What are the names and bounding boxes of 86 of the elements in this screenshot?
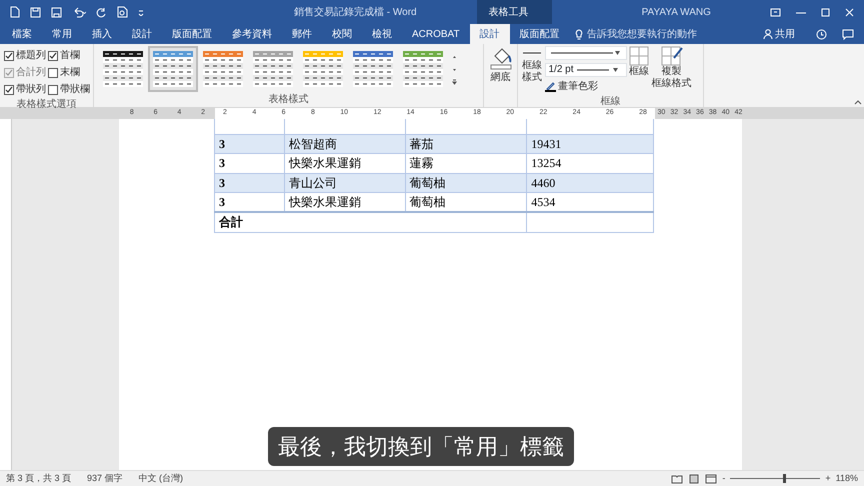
- new-document-icon[interactable]: [10, 6, 20, 18]
- table-cell: 松智超商: [284, 134, 406, 154]
- line-style-icon: [523, 52, 541, 54]
- checkbox-label: 首欄: [60, 48, 80, 63]
- checkbox[interactable]: [4, 84, 14, 94]
- tell-me-field[interactable]: 告訴我您想要執行的動作: [585, 26, 736, 42]
- web-layout-icon[interactable]: [705, 474, 718, 484]
- table-cell: 19431: [526, 134, 654, 154]
- table-cell: 3: [214, 192, 284, 212]
- ribbon-tab[interactable]: 設計: [470, 24, 510, 44]
- table-cell: 13254: [526, 154, 654, 173]
- group-label: 框線: [600, 94, 622, 109]
- history-icon[interactable]: [816, 28, 827, 40]
- context-tab-group-label: 表格工具: [488, 6, 529, 20]
- table-cell: 蓮霧: [405, 154, 527, 173]
- ribbon-tab[interactable]: 常用: [42, 24, 82, 44]
- zoom-out-button[interactable]: -: [722, 472, 726, 486]
- group-label: 表格樣式: [268, 92, 310, 107]
- group-label: 表格樣式選項: [16, 98, 78, 112]
- table-cell: 3: [214, 154, 284, 173]
- line-sample-icon: [576, 68, 610, 72]
- ribbon-tab[interactable]: 校閱: [322, 24, 362, 44]
- ribbon-tab[interactable]: 設計: [122, 24, 162, 44]
- read-mode-icon[interactable]: [671, 474, 684, 484]
- language[interactable]: 中文 (台灣): [138, 472, 184, 486]
- table-cell: 蕃茄: [405, 134, 527, 154]
- ribbon-tab[interactable]: ACROBAT: [402, 24, 470, 44]
- customize-icon[interactable]: [138, 8, 144, 16]
- ribbon-tab[interactable]: 版面配置: [162, 24, 222, 44]
- shading-button[interactable]: 網底: [490, 46, 512, 85]
- table-cell: 快樂水果運銷: [284, 154, 406, 173]
- save-icon[interactable]: [30, 6, 41, 18]
- slider-thumb[interactable]: [782, 474, 786, 483]
- checkbox[interactable]: [4, 50, 14, 60]
- save-as-icon[interactable]: [51, 6, 62, 18]
- checkbox-label: 合計列: [16, 66, 46, 80]
- table-style-thumbnail[interactable]: [148, 46, 198, 92]
- line-weight-dropdown[interactable]: 1/2 pt: [544, 62, 626, 76]
- ribbon-tab[interactable]: 插入: [82, 24, 122, 44]
- line-sample-icon: [548, 50, 614, 56]
- print-layout-icon[interactable]: [688, 474, 700, 484]
- checkbox-label: 帶狀列: [16, 82, 46, 97]
- line-style-dropdown[interactable]: [544, 46, 626, 60]
- zoom-in-button[interactable]: +: [825, 472, 831, 486]
- table-cell: 3: [214, 173, 284, 192]
- redo-icon[interactable]: [96, 6, 107, 18]
- table-cell: 葡萄柚: [405, 173, 527, 192]
- ribbon-tab[interactable]: 郵件: [282, 24, 322, 44]
- window-title: 銷售交易記錄完成檔 - Word: [294, 6, 417, 20]
- share-button[interactable]: 共用: [756, 26, 801, 42]
- checkbox[interactable]: [48, 50, 58, 60]
- print-preview-icon[interactable]: [117, 6, 128, 18]
- table-cell: 青山公司: [284, 173, 406, 192]
- pen-icon: [544, 81, 556, 92]
- borders-button[interactable]: 框線: [629, 46, 649, 94]
- caption: 最後，我切換到「常用」標籤: [268, 427, 574, 466]
- maximize-icon[interactable]: [821, 8, 830, 16]
- collapse-ribbon-icon[interactable]: [854, 100, 862, 104]
- zoom-level[interactable]: 118%: [836, 472, 858, 486]
- checkbox-label: 末欄: [60, 66, 80, 80]
- caret-icon: [614, 51, 620, 55]
- border-styles-button[interactable]: 框線 樣式: [522, 46, 542, 94]
- close-icon[interactable]: [845, 8, 854, 16]
- word-count[interactable]: 937 個字: [87, 472, 123, 486]
- ribbon-tab[interactable]: 版面配置: [510, 24, 570, 44]
- table-cell: 4460: [526, 173, 654, 192]
- checkbox-label: 標題列: [16, 48, 46, 63]
- checkbox[interactable]: [48, 68, 58, 78]
- border-painter-button[interactable]: 複製 框線格式: [652, 46, 692, 94]
- user-name: PAYAYA WANG: [642, 6, 711, 20]
- checkbox[interactable]: [48, 84, 58, 94]
- zoom-slider[interactable]: [730, 474, 820, 483]
- checkbox-label: 帶狀欄: [60, 82, 90, 97]
- ribbon-tab[interactable]: 檔案: [0, 24, 42, 44]
- table-cell: 3: [214, 134, 284, 154]
- ribbon-display-icon[interactable]: [770, 8, 781, 16]
- undo-icon[interactable]: [72, 6, 86, 18]
- page-count[interactable]: 第 3 頁，共 3 頁: [6, 472, 72, 486]
- lightbulb-icon: [574, 28, 583, 40]
- pen-color-button[interactable]: 畫筆色彩: [544, 79, 626, 94]
- caret-icon: [612, 68, 618, 72]
- table-cell: 合計: [214, 212, 527, 232]
- comment-icon[interactable]: [842, 28, 854, 40]
- ribbon-tab[interactable]: 參考資料: [222, 24, 282, 44]
- person-icon: [762, 29, 772, 39]
- ribbon-tab[interactable]: 檢視: [362, 24, 402, 44]
